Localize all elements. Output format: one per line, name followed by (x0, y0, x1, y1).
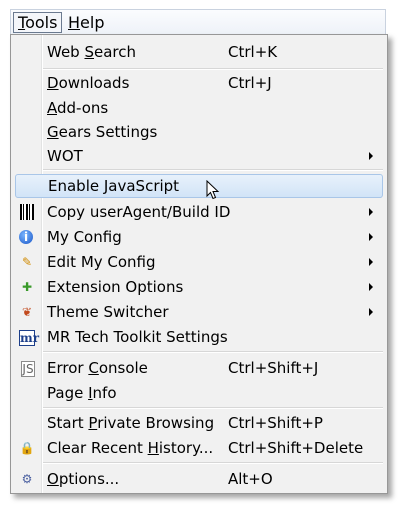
menu-item-web-search[interactable]: Web Search Ctrl+K (11, 40, 387, 64)
gear-icon: ⚙ (21, 472, 33, 486)
menu-item-label: Page Info (47, 384, 117, 402)
menu-item-label: Start Private Browsing (47, 414, 215, 432)
mouse-pointer-icon (206, 180, 220, 200)
menu-separator (43, 351, 383, 353)
menu-item-mr-tech-toolkit-settings[interactable]: mr MR Tech Toolkit Settings (11, 325, 387, 349)
js-file-icon: JS (21, 361, 35, 377)
menu-separator (43, 169, 383, 171)
menu-item-error-console[interactable]: JS Error Console Ctrl+Shift+J (11, 356, 387, 380)
lock-icon: 🔒 (19, 441, 35, 455)
menu-separator (43, 407, 383, 409)
help-menu[interactable]: Help (64, 12, 108, 33)
edit-icon: ✎ (21, 255, 33, 269)
menu-item-shortcut: Ctrl+Shift+Delete (228, 439, 364, 457)
menu-item-label: Theme Switcher (47, 303, 169, 321)
menu-item-clear-recent-history[interactable]: 🔒 Clear Recent History... Ctrl+Shift+Del… (11, 436, 387, 460)
menu-item-shortcut: Ctrl+Shift+J (228, 359, 319, 377)
submenu-arrow-icon (369, 233, 373, 241)
info-icon: i (19, 230, 33, 244)
menu-item-options[interactable]: ⚙ Options... Alt+O (11, 467, 387, 491)
menu-item-label: Clear Recent History... (47, 439, 214, 457)
menu-item-extension-options[interactable]: ✚ Extension Options (11, 275, 387, 299)
tools-dropdown-menu: Web Search Ctrl+K Downloads Ctrl+J Add-o… (10, 34, 388, 494)
menu-item-label: MR Tech Toolkit Settings (47, 328, 228, 346)
menu-item-shortcut: Ctrl+Shift+P (228, 414, 323, 432)
menu-item-label: Error Console (47, 359, 148, 377)
menu-item-theme-switcher[interactable]: ❦ Theme Switcher (11, 300, 387, 324)
menu-item-shortcut: Ctrl+K (228, 43, 278, 61)
puzzle-icon: ✚ (21, 280, 33, 294)
submenu-arrow-icon (369, 208, 373, 216)
menu-item-copy-useragent[interactable]: Copy userAgent/Build ID (11, 200, 387, 224)
menu-item-label: Web Search (47, 43, 137, 61)
menu-item-edit-my-config[interactable]: ✎ Edit My Config (11, 250, 387, 274)
menu-item-page-info[interactable]: Page Info (11, 381, 387, 405)
menu-item-label: Enable JavaScript (48, 177, 180, 195)
menu-item-gears-settings[interactable]: Gears Settings (11, 120, 387, 144)
palette-icon: ❦ (21, 305, 33, 319)
menu-item-label: Options... (47, 470, 120, 488)
barcode-icon (20, 204, 34, 220)
submenu-arrow-icon (369, 258, 373, 266)
mr-tech-icon: mr (19, 330, 40, 346)
tools-menu[interactable]: Tools (13, 12, 63, 33)
help-menu-accesskey: H (68, 13, 81, 32)
menu-item-label: Edit My Config (47, 253, 156, 271)
submenu-arrow-icon (369, 152, 373, 160)
menu-item-label: Add-ons (47, 99, 109, 117)
menu-item-wot[interactable]: WOT (11, 144, 387, 168)
menu-item-my-config[interactable]: i My Config (11, 225, 387, 249)
menu-item-enable-javascript[interactable]: Enable JavaScript (15, 174, 383, 200)
menu-item-label: Extension Options (47, 278, 184, 296)
menu-bar: Tools Help (10, 9, 386, 35)
menu-item-shortcut: Ctrl+J (228, 74, 272, 92)
menu-item-downloads[interactable]: Downloads Ctrl+J (11, 71, 387, 95)
menu-item-add-ons[interactable]: Add-ons (11, 96, 387, 120)
submenu-arrow-icon (369, 308, 373, 316)
menu-item-shortcut: Alt+O (228, 470, 273, 488)
menu-separator (43, 68, 383, 70)
menu-item-label: Gears Settings (47, 123, 158, 141)
menu-item-start-private-browsing[interactable]: Start Private Browsing Ctrl+Shift+P (11, 411, 387, 435)
menu-item-label: Downloads (47, 74, 130, 92)
menu-item-label: WOT (47, 147, 83, 165)
menu-item-label: Copy userAgent/Build ID (47, 203, 231, 221)
submenu-arrow-icon (369, 283, 373, 291)
tools-menu-accesskey: T (18, 13, 26, 32)
menu-item-label: My Config (47, 228, 122, 246)
menu-separator (43, 462, 383, 464)
